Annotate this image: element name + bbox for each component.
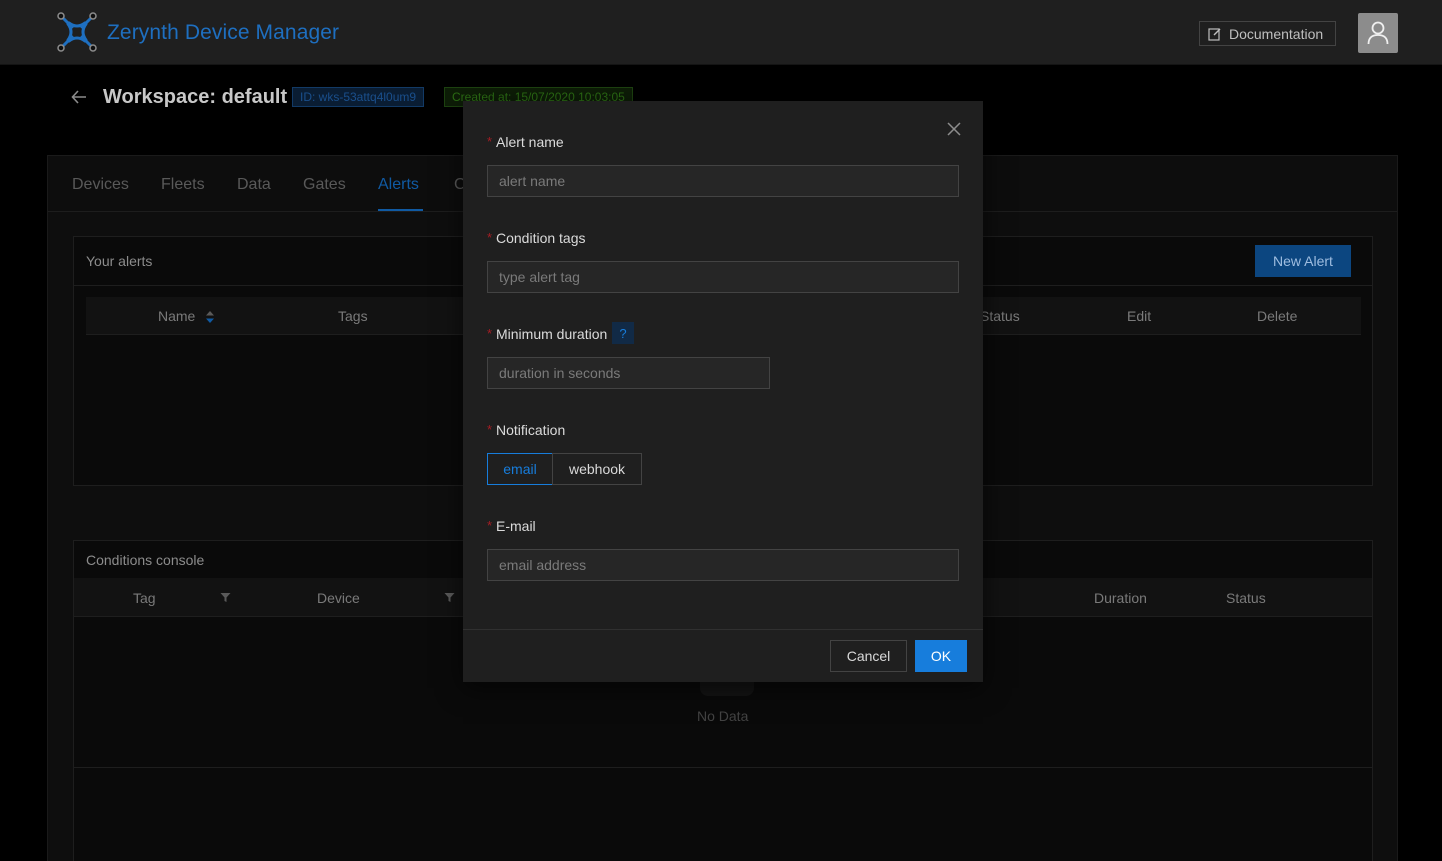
required-mark: * [487, 326, 493, 341]
minimum-duration-label: Minimum duration [496, 326, 608, 342]
condition-tags-label: Condition tags [496, 230, 586, 246]
alert-name-input[interactable] [487, 165, 959, 197]
required-mark: * [487, 134, 493, 149]
required-mark: * [487, 422, 493, 437]
dialog-footer: Cancel OK [463, 629, 983, 682]
new-alert-dialog: * Alert name * Condition tags * Minimum … [463, 101, 983, 682]
alert-name-label: Alert name [496, 134, 564, 150]
ok-button[interactable]: OK [915, 640, 967, 672]
duration-input[interactable] [487, 357, 770, 389]
notification-label: Notification [496, 422, 566, 438]
help-icon[interactable]: ? [612, 322, 634, 344]
cancel-button[interactable]: Cancel [830, 640, 907, 672]
condition-tags-input[interactable] [487, 261, 959, 293]
required-mark: * [487, 518, 493, 533]
email-field[interactable] [487, 549, 959, 581]
notification-email-option[interactable]: email [487, 453, 553, 485]
notification-webhook-option[interactable]: webhook [552, 453, 642, 485]
close-icon[interactable] [947, 122, 961, 136]
email-label: E-mail [496, 518, 536, 534]
required-mark: * [487, 230, 493, 245]
